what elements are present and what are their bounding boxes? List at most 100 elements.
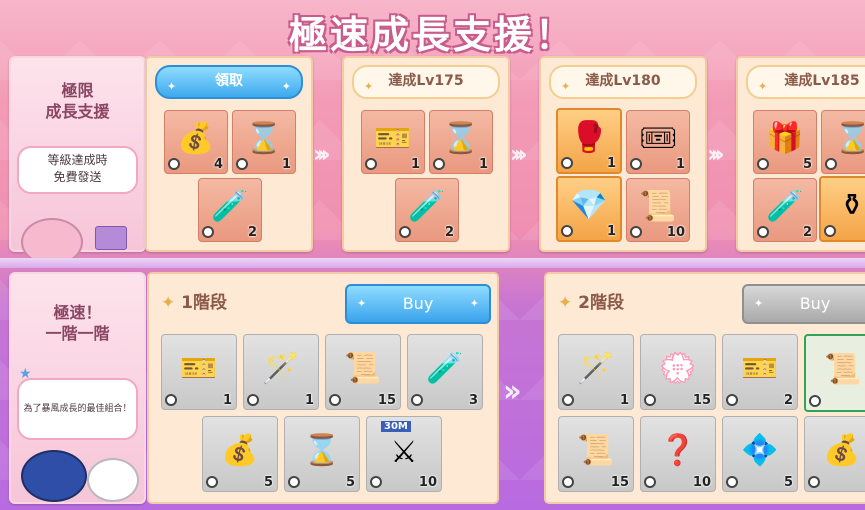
stage-label: 達成Lv175 [388, 73, 464, 89]
reward-slot[interactable]: 🪄 1 [243, 334, 319, 410]
item-quantity: 4 [213, 157, 223, 172]
chevron-right-icon: ››› [313, 140, 331, 168]
reward-slot[interactable]: 🧪 2 [395, 178, 459, 242]
stage-header: ✦ 達成Lv185 [746, 65, 865, 99]
clock-icon [562, 394, 574, 406]
reward-slot[interactable]: 🎫 1 [161, 334, 237, 410]
clock-icon [644, 476, 656, 488]
clock-icon [236, 158, 248, 170]
item-quantity: 5 [783, 475, 793, 490]
booster-badge: 30M [381, 421, 411, 432]
reward-slot[interactable]: ❓ 10 [640, 416, 716, 492]
coupon-icon: 💎 [570, 188, 608, 223]
clock-icon [562, 476, 574, 488]
item-quantity: 2 [247, 225, 257, 240]
item-quantity: 3 [468, 393, 478, 408]
tier-1-buy-button[interactable]: ✦ Buy ✦ [345, 284, 491, 324]
reward-slot[interactable]: 💮 15 [640, 334, 716, 410]
reward-slot[interactable]: ⌛ 1 [429, 110, 493, 174]
clock-icon [644, 394, 656, 406]
reward-slot[interactable]: 📜 10 [626, 178, 690, 242]
reward-slot[interactable]: 💰 5 [202, 416, 278, 492]
item-quantity: 1 [606, 224, 616, 239]
item-quantity: 1 [281, 157, 291, 172]
clock-icon [399, 226, 411, 238]
wand-icon: 🪄 [262, 351, 300, 386]
stage-card-lv185: ✦ 達成Lv185 🎁 5 ⌛ 5 🧪 2 ⚱ [736, 56, 865, 252]
reward-slot[interactable]: 📜 15 [325, 334, 401, 410]
tier-label: ✦ 1階段 [161, 293, 228, 313]
scroll-icon: 📜 [344, 351, 382, 386]
chevron-right-icon: ›› [503, 374, 522, 409]
reward-slot[interactable]: 💰 4 [164, 110, 228, 174]
sparkle-icon: ✦ [364, 80, 374, 93]
reward-slot[interactable]: ⌛ 5 [821, 110, 865, 174]
clock-icon [630, 226, 642, 238]
bag-icon: 💰 [221, 433, 259, 468]
clock-icon [433, 158, 445, 170]
hourglass-icon: ⌛ [442, 121, 480, 156]
item-quantity: 2 [802, 225, 812, 240]
scroll-icon: 📜 [824, 352, 862, 387]
tier-2-panel: ✦ 2階段 ✦ Buy 🪄 1 💮 15 🎫 2 📜 📜 15 ❓ 10 💠 5 [544, 272, 865, 504]
reward-slot[interactable]: 📜 [804, 334, 865, 412]
sparkle-icon: ✦ [561, 80, 571, 93]
clock-icon [726, 476, 738, 488]
clock-icon [757, 158, 769, 170]
sparkle-icon: ✦ [357, 297, 367, 310]
wand-icon: 🪄 [577, 351, 615, 386]
sparkle-icon: ✦ [558, 293, 573, 313]
reward-slot[interactable]: 🎫 1 [361, 110, 425, 174]
reward-slot[interactable]: 🧪 3 [407, 334, 483, 410]
gift-box-icon [95, 226, 127, 250]
reward-slot[interactable]: 💎 1 [556, 176, 622, 242]
growth-support-title: 極限 成長支援 [45, 81, 110, 121]
glove-icon: 🥊 [570, 120, 608, 155]
clock-icon [561, 157, 573, 169]
clock-icon [202, 226, 214, 238]
ticket-icon: 🎫 [374, 121, 412, 156]
item-quantity: 1 [478, 157, 488, 172]
stage-label: 達成Lv180 [585, 73, 661, 89]
card-icon: 💠 [741, 433, 779, 468]
buy-label: Buy [402, 294, 434, 313]
potion-icon: 🧪 [426, 351, 464, 386]
stage-card-lv180: ✦ 達成Lv180 🥊 1 🎟 1 💎 1 📜 10 [539, 56, 707, 252]
item-quantity: 15 [377, 393, 396, 408]
reward-slot[interactable]: 🧪 2 [198, 178, 262, 242]
best-combo-bubble: 為了暴風成長的最佳組合！ [17, 378, 138, 440]
reward-slot[interactable]: 🧪 2 [753, 178, 817, 242]
tier-2-buy-button[interactable]: ✦ Buy [742, 284, 865, 324]
chest-icon: 🎁 [766, 121, 804, 156]
sparkle-icon: ✦ [758, 80, 768, 93]
reward-slot[interactable]: 30M ⚔ 10 [366, 416, 442, 492]
potion-icon: 🧪 [766, 189, 804, 224]
reward-slot[interactable]: 🪄 1 [558, 334, 634, 410]
reward-slot[interactable]: 💰 [804, 416, 865, 492]
clock-icon [370, 476, 382, 488]
reward-slot[interactable]: 🎟 1 [626, 110, 690, 174]
potion-icon: 🧪 [408, 189, 446, 224]
tier-label: ✦ 2階段 [558, 293, 625, 313]
reward-slot[interactable]: 📜 15 [558, 416, 634, 492]
item-quantity: 1 [606, 156, 616, 171]
claim-button[interactable]: ✦ 領取 ✦ [155, 65, 303, 99]
sparkle-icon: ✦ [161, 293, 176, 313]
clock-icon [247, 394, 259, 406]
sparkle-icon: ✦ [167, 80, 177, 93]
reward-slot[interactable]: ⌛ 5 [284, 416, 360, 492]
clock-icon [365, 158, 377, 170]
clock-icon [757, 226, 769, 238]
clock-icon [630, 158, 642, 170]
reward-slot[interactable]: ⌛ 1 [232, 110, 296, 174]
reward-slot[interactable]: 💠 5 [722, 416, 798, 492]
item-quantity: 5 [802, 157, 812, 172]
reward-slot[interactable]: 🎁 5 [753, 110, 817, 174]
item-quantity: 10 [692, 475, 711, 490]
item-quantity: 1 [619, 393, 629, 408]
reward-slot[interactable]: 🥊 1 [556, 108, 622, 174]
reward-slot[interactable]: ⚱ [819, 176, 865, 242]
reward-slot[interactable]: 🎫 2 [722, 334, 798, 410]
page-title: 極速成長支援！ [288, 13, 576, 57]
item-quantity: 1 [304, 393, 314, 408]
